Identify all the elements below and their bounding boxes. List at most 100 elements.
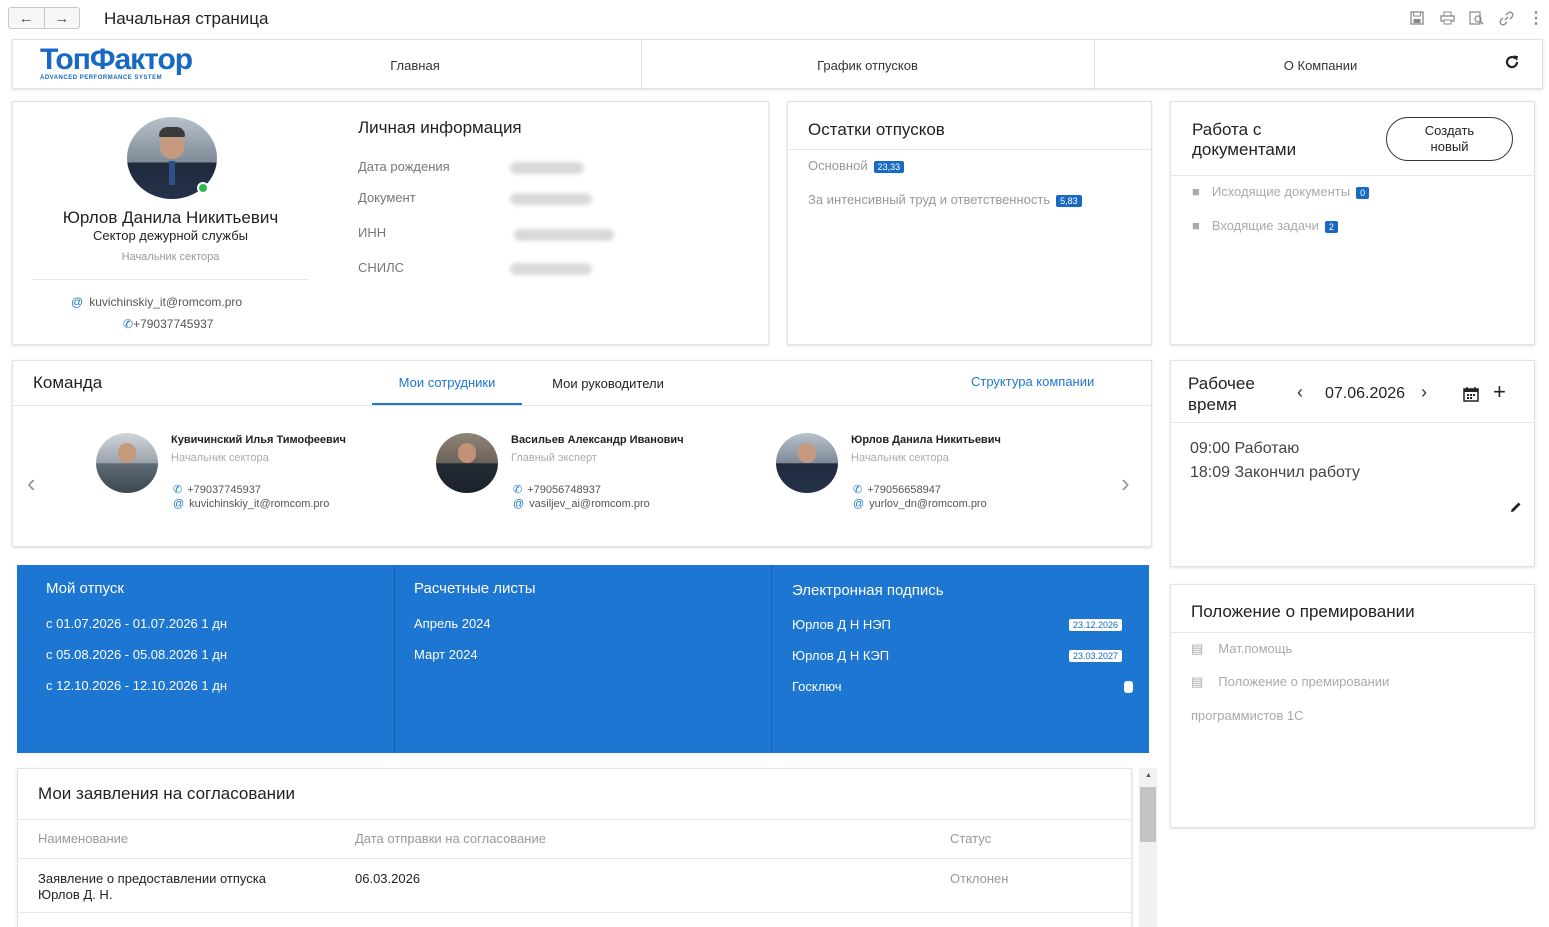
bonus-doc-item[interactable]: ▤ Положение о премировании [1191,674,1389,690]
vacation-balance-title: Остатки отпусков [808,120,945,139]
vacation-days-badge: 23,33 [873,160,905,173]
redacted-value [510,263,592,275]
vacation-balance-item[interactable]: За интенсивный труд и ответственность 5,8… [808,192,1082,207]
incoming-tasks-item[interactable]: ■ Входящие задачи 2 [1192,218,1338,233]
member-email[interactable]: vasiljev_ai@romcom.pro [529,498,650,510]
member-email[interactable]: yurlov_dn@romcom.pro [869,498,987,510]
my-vacation-item[interactable]: с 12.10.2026 - 12.10.2026 1 дн [46,678,227,693]
esign-expiry-badge: 23.03.2027 [1069,650,1123,662]
nav-vacation-schedule[interactable]: График отпусков [641,40,1094,90]
nav-home[interactable]: Главная [213,40,617,90]
member-phone[interactable]: +79037745937 [187,484,261,496]
vacation-type-label: Основной [808,158,868,173]
preview-icon[interactable] [1467,9,1485,27]
save-icon[interactable] [1408,9,1426,27]
at-icon: @ [513,498,525,510]
avatar [96,433,158,493]
esign-item[interactable]: Юрлов Д Н КЭП [792,648,889,663]
worktime-entry: 18:09 Закончил работу [1190,464,1361,481]
bonus-doc-item[interactable]: ▤ Мат.помощь [1191,641,1292,657]
member-position: Начальник сектора [851,452,949,464]
document-icon: ▤ [1191,674,1204,689]
logo[interactable]: ТопФактор ADVANCED PERFORMANCE SYSTEM [40,45,193,82]
scrollbar[interactable]: ▲ [1139,768,1157,927]
calendar-icon[interactable] [1463,386,1479,407]
carousel-next-icon[interactable]: › [1121,468,1130,499]
table-row[interactable]: Заявление о предоставлении отпуска Юрлов… [18,859,1131,911]
profile-name: Юрлов Данила Никитьевич [62,208,279,227]
team-card: Команда Мои сотрудники Мои руководители … [12,360,1152,547]
member-email[interactable]: kuvichinskiy_it@romcom.pro [189,498,329,510]
comment-icon: ■ [1192,218,1200,233]
add-icon[interactable]: + [1493,379,1506,405]
redacted-value [510,193,592,205]
documents-card: Работа с документами Создать новый ■ Исхо… [1170,101,1535,345]
incoming-tasks-count: 2 [1324,220,1338,233]
personal-field-document: Документ [358,190,416,205]
bonus-doc-label: Положение о премировании [1218,674,1390,689]
scrollbar-thumb[interactable] [1140,787,1156,842]
team-title: Команда [33,373,103,392]
column-header-status[interactable]: Статус [950,831,991,846]
avatar [436,433,498,493]
outgoing-documents-item[interactable]: ■ Исходящие документы 0 [1192,184,1370,199]
my-vacation-item[interactable]: с 05.08.2026 - 05.08.2026 1 дн [46,647,227,662]
carousel-prev-icon[interactable]: ‹ [27,468,36,499]
my-vacation-item[interactable]: с 01.07.2026 - 01.07.2026 1 дн [46,616,227,631]
comment-icon: ■ [1192,184,1200,199]
top-navigation: ТопФактор ADVANCED PERFORMANCE SYSTEM Гл… [12,39,1543,90]
window-titlebar: ← → Начальная страница ⋮ [0,0,1549,38]
esign-item[interactable]: Госключ [792,679,842,694]
phone-icon: ✆ [513,484,523,496]
application-name: Заявление о предоставлении отпуска [38,871,266,886]
prev-date-icon[interactable]: ‹ [1297,382,1303,403]
forward-arrow-icon[interactable]: → [45,8,80,28]
personal-field-birthdate: Дата рождения [358,159,450,174]
bonus-card: Положение о премировании ▤ Мат.помощь ▤ По… [1170,584,1535,828]
link-icon[interactable] [1497,9,1515,27]
column-header-date[interactable]: Дата отправки на согласование [355,831,546,846]
print-icon[interactable] [1438,9,1456,27]
outgoing-documents-label: Исходящие документы [1211,184,1351,199]
back-arrow-icon[interactable]: ← [9,8,45,28]
profile-department: Сектор дежурной службы [92,228,249,243]
at-icon: @ [853,498,865,510]
outgoing-documents-count: 0 [1356,186,1370,199]
next-date-icon[interactable]: › [1421,382,1427,403]
profile-email-row: @ kuvichinskiy_it@romcom.pro [71,295,242,309]
quick-info-panel: Мой отпуск с 01.07.2026 - 01.07.2026 1 д… [17,565,1149,753]
profile-email[interactable]: kuvichinskiy_it@romcom.pro [89,295,242,309]
company-structure-link[interactable]: Структура компании [971,374,1094,389]
edit-pencil-icon[interactable] [1509,500,1523,519]
tab-my-managers[interactable]: Мои руководители [533,361,683,405]
vacation-balance-item[interactable]: Основной 23,33 [808,158,905,173]
column-header-name[interactable]: Наименование [38,831,128,846]
profile-card: Юрлов Данила Никитьевич Сектор дежурной … [12,101,769,345]
avatar [776,433,838,493]
scroll-up-icon[interactable]: ▲ [1145,772,1152,779]
member-position: Начальник сектора [171,452,269,464]
application-date: 06.03.2026 [355,871,421,886]
at-icon: @ [71,295,84,309]
team-member-card[interactable]: Кувичинский Илья Тимофеевич Начальник се… [96,433,406,523]
member-name: Васильев Александр Иванович [511,434,684,446]
esign-item[interactable]: Юрлов Д Н НЭП [792,617,891,632]
team-member-card[interactable]: Васильев Александр Иванович Главный эксп… [436,433,746,523]
esign-indicator [1124,681,1133,693]
profile-phone[interactable]: +79037745937 [133,317,213,331]
member-phone[interactable]: +79056748937 [527,484,601,496]
member-phone[interactable]: +79056658947 [867,484,941,496]
payslip-item[interactable]: Март 2024 [414,647,478,662]
create-new-button[interactable]: Создать новый [1386,117,1513,161]
bonus-doc-label: Мат.помощь [1218,641,1293,656]
payslip-item[interactable]: Апрель 2024 [414,616,491,631]
application-author: Юрлов Д. Н. [38,887,113,902]
refresh-icon[interactable] [1503,53,1521,76]
redacted-value [510,162,584,174]
vacation-balance-card: Остатки отпусков Основной 23,33 За интенс… [787,101,1152,345]
tab-my-employees[interactable]: Мои сотрудники [372,361,522,405]
nav-about-company[interactable]: О Компании [1094,40,1547,90]
team-member-card[interactable]: Юрлов Данила Никитьевич Начальник сектор… [776,433,1086,523]
more-vertical-icon[interactable]: ⋮ [1527,9,1545,27]
incoming-tasks-label: Входящие задачи [1211,218,1319,233]
